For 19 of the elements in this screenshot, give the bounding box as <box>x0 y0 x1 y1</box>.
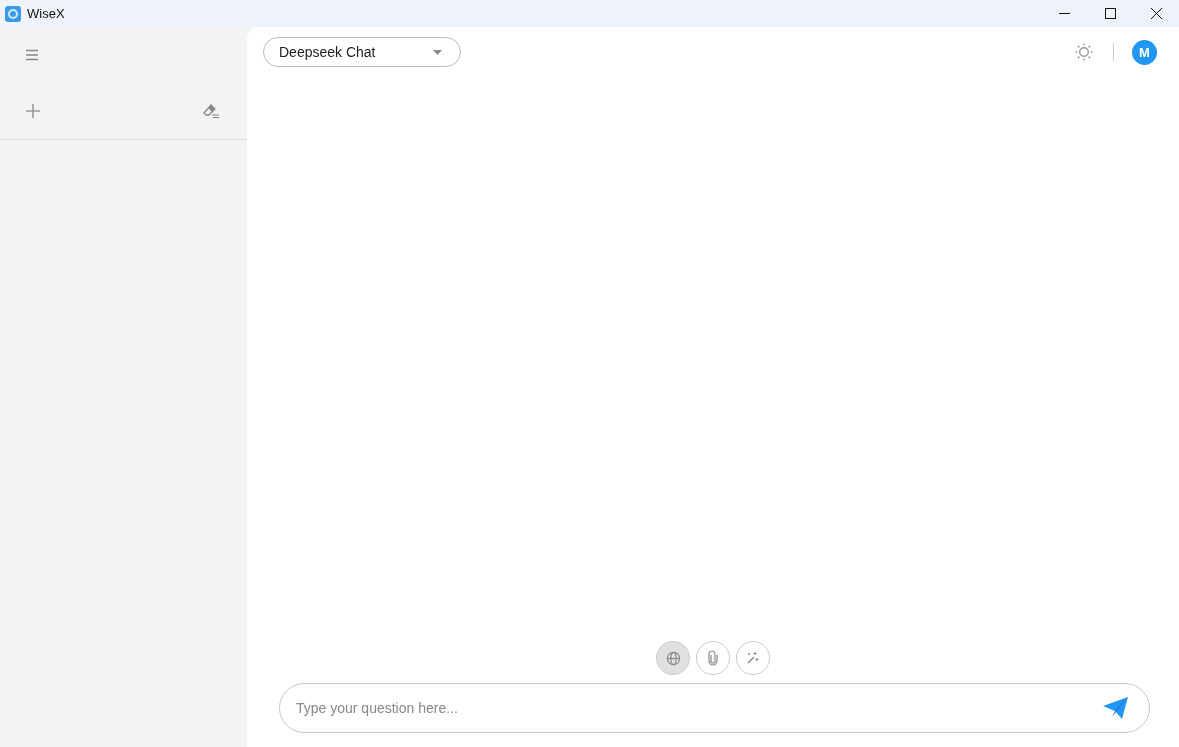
magic-wand-icon <box>746 651 760 665</box>
window-title: WiseX <box>27 6 66 21</box>
question-input-field[interactable]: Type your question here... <box>279 683 1150 733</box>
menu-icon[interactable] <box>25 49 39 61</box>
globe-icon <box>665 650 681 666</box>
magic-button[interactable] <box>736 641 770 675</box>
eraser-icon[interactable] <box>203 103 220 119</box>
caret-icon <box>433 49 442 55</box>
plus-icon[interactable] <box>25 103 41 119</box>
close-icon[interactable] <box>1150 8 1162 19</box>
sun-icon[interactable] <box>1075 43 1093 61</box>
send-icon[interactable] <box>1103 697 1128 719</box>
web-search-button[interactable] <box>656 641 690 675</box>
paperclip-icon <box>707 650 719 666</box>
minimize-icon[interactable] <box>1058 13 1070 14</box>
attach-button[interactable] <box>696 641 730 675</box>
maximize-icon[interactable] <box>1104 8 1116 19</box>
model-dropdown[interactable]: Deepseek Chat <box>263 37 461 67</box>
app-logo-icon <box>5 5 21 22</box>
